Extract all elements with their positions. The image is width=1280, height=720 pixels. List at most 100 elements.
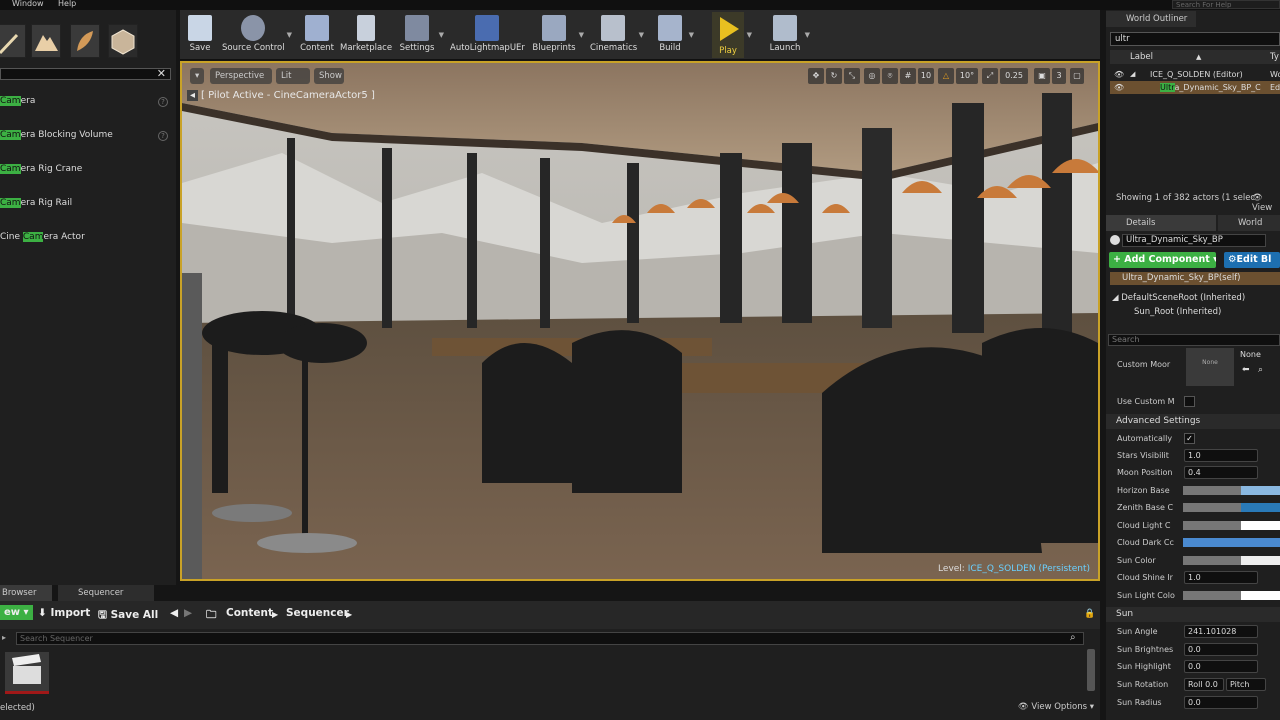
scale-snap-value[interactable]: 0.25 bbox=[1000, 68, 1028, 84]
import-button[interactable]: ⬇ Import bbox=[38, 607, 90, 619]
sun-radius-input[interactable]: 0.0 bbox=[1184, 696, 1258, 709]
add-component-button[interactable]: + Add Component ▾ bbox=[1109, 252, 1216, 268]
tab-world-settings[interactable]: World Setti bbox=[1218, 215, 1280, 244]
place-item-camera-rig-rail[interactable]: Camera Rig Rail bbox=[0, 198, 72, 212]
scale-tool[interactable]: ⤡ bbox=[844, 68, 860, 84]
paint-mode-tab[interactable] bbox=[31, 24, 61, 58]
sun-roll-input[interactable]: Roll 0.0 bbox=[1184, 678, 1224, 691]
cloud-shine-input[interactable]: 1.0 bbox=[1184, 571, 1258, 584]
eye-icon[interactable]: 👁 bbox=[1114, 68, 1124, 81]
component-self[interactable]: Ultra_Dynamic_Sky_BP(self) bbox=[1110, 272, 1280, 285]
launch-button[interactable]: Launch ▼ bbox=[768, 12, 810, 58]
details-search-input[interactable]: Search bbox=[1108, 334, 1280, 346]
rotation-snap-value[interactable]: 10° bbox=[956, 68, 978, 84]
blueprints-button[interactable]: Blueprints ▼ bbox=[532, 12, 584, 58]
menu-window[interactable]: Window bbox=[12, 0, 44, 8]
content-button[interactable]: Content bbox=[298, 12, 336, 58]
save-all-button[interactable]: 🖫 Save All bbox=[98, 607, 158, 625]
view-mode-lit-dropdown[interactable]: Lit bbox=[276, 68, 310, 84]
browse-icon[interactable]: ⌕ bbox=[1258, 365, 1263, 375]
texture-value[interactable]: None bbox=[1240, 350, 1261, 359]
level-sequence-asset[interactable] bbox=[5, 652, 49, 694]
close-icon[interactable]: ✕ bbox=[157, 67, 166, 80]
breadcrumb-separator-icon[interactable]: ▶ bbox=[346, 610, 352, 619]
breadcrumb-content[interactable]: Content bbox=[226, 607, 273, 619]
horizon-color-swatch[interactable] bbox=[1183, 486, 1280, 495]
translate-tool[interactable]: ✥ bbox=[808, 68, 824, 84]
actor-name-field[interactable]: Ultra_Dynamic_Sky_BP bbox=[1122, 234, 1266, 247]
sun-highlight-input[interactable]: 0.0 bbox=[1184, 660, 1258, 673]
sun-brightness-input[interactable]: 0.0 bbox=[1184, 643, 1258, 656]
play-button[interactable]: Play ▼ bbox=[712, 12, 752, 58]
show-dropdown[interactable]: Show bbox=[314, 68, 344, 84]
col-type[interactable]: Ty bbox=[1270, 50, 1279, 64]
cloud-light-color-swatch[interactable] bbox=[1183, 521, 1280, 530]
place-item-camera[interactable]: Camera bbox=[0, 96, 35, 110]
use-selected-icon[interactable]: ⬅ bbox=[1242, 365, 1250, 375]
sun-color-swatch[interactable] bbox=[1183, 556, 1280, 565]
section-advanced-settings[interactable]: Advanced Settings bbox=[1106, 414, 1280, 429]
geometry-mode-tab[interactable] bbox=[108, 24, 138, 58]
search-icon[interactable]: ⌕ bbox=[1070, 632, 1076, 643]
help-icon[interactable]: ? bbox=[158, 97, 168, 107]
grid-snap-value[interactable]: 10 bbox=[918, 68, 934, 84]
outliner-row-sky[interactable]: 👁 Ultra_Dynamic_Sky_BP_C Ed bbox=[1110, 81, 1280, 94]
view-options-button[interactable]: 👁 View Options ▾ bbox=[1018, 702, 1094, 712]
place-item-camera-blocking-volume[interactable]: Camera Blocking Volume bbox=[0, 130, 113, 144]
menu-help[interactable]: Help bbox=[58, 0, 76, 8]
stars-visibility-input[interactable]: 1.0 bbox=[1184, 449, 1258, 462]
section-sun[interactable]: Sun bbox=[1106, 607, 1280, 622]
settings-button[interactable]: Settings ▼ bbox=[398, 12, 444, 58]
grid-snap-toggle[interactable]: # bbox=[900, 68, 916, 84]
breadcrumb-sequencer[interactable]: Sequencer bbox=[286, 607, 349, 619]
sun-angle-input[interactable]: 241.101028 bbox=[1184, 625, 1258, 638]
outliner-view-options[interactable]: 👁 View bbox=[1252, 193, 1280, 213]
texture-thumbnail[interactable]: None bbox=[1186, 348, 1234, 386]
world-local-toggle[interactable]: ◎ bbox=[864, 68, 880, 84]
viewport-options-button[interactable]: ▾ bbox=[190, 68, 205, 84]
rotation-snap-toggle[interactable]: △ bbox=[938, 68, 954, 84]
eye-icon[interactable]: 👁 bbox=[1114, 81, 1124, 94]
help-icon[interactable]: ? bbox=[158, 131, 168, 141]
lock-icon[interactable]: 🔒 bbox=[1084, 609, 1095, 619]
scale-snap-toggle[interactable]: ⤢ bbox=[982, 68, 998, 84]
place-mode-tab[interactable] bbox=[0, 24, 26, 58]
outliner-row-level[interactable]: 👁 ◢ ICE_Q_SOLDEN (Editor) Wo bbox=[1110, 68, 1280, 81]
tab-content-browser[interactable]: Browser bbox=[0, 585, 52, 601]
use-custom-moon-checkbox[interactable] bbox=[1184, 396, 1195, 407]
edit-blueprint-button[interactable]: ⚙Edit Bl bbox=[1224, 252, 1280, 268]
build-button[interactable]: Build ▼ bbox=[654, 12, 694, 58]
maximize-viewport-button[interactable]: ▢ bbox=[1070, 68, 1084, 84]
cloud-dark-color-swatch[interactable] bbox=[1183, 538, 1280, 547]
marketplace-button[interactable]: Marketplace bbox=[340, 12, 392, 58]
expand-arrow-icon[interactable]: ◢ bbox=[1130, 68, 1135, 81]
place-search-input[interactable]: ✕ bbox=[0, 67, 171, 80]
search-help-input[interactable]: Search For Help bbox=[1172, 0, 1280, 9]
zenith-color-swatch[interactable] bbox=[1183, 503, 1280, 512]
automatically-checkbox[interactable]: ✓ bbox=[1184, 433, 1195, 444]
place-item-cine-camera-actor[interactable]: Cine Camera Actor bbox=[0, 232, 85, 246]
rotate-tool[interactable]: ↻ bbox=[826, 68, 842, 84]
col-label[interactable]: Label bbox=[1130, 50, 1153, 64]
perspective-dropdown[interactable]: Perspective bbox=[210, 68, 272, 84]
place-item-camera-rig-crane[interactable]: Camera Rig Crane bbox=[0, 164, 82, 178]
level-viewport[interactable]: ▾ Perspective Lit Show ◂[ Pilot Active -… bbox=[180, 61, 1100, 581]
folder-icon[interactable]: 🗀 bbox=[206, 607, 217, 625]
moon-position-input[interactable]: 0.4 bbox=[1184, 466, 1258, 479]
camera-speed-icon[interactable]: ▣ bbox=[1034, 68, 1050, 84]
sun-light-color-swatch[interactable] bbox=[1183, 591, 1280, 600]
content-scrollbar[interactable] bbox=[1087, 649, 1095, 691]
breadcrumb-separator-icon[interactable]: ▶ bbox=[272, 610, 278, 619]
component-sun-root[interactable]: Sun_Root (Inherited) bbox=[1134, 307, 1221, 317]
tab-sequencer[interactable]: Sequencer bbox=[58, 585, 154, 601]
back-button[interactable]: ◀ bbox=[170, 607, 178, 619]
foliage-mode-tab[interactable] bbox=[70, 24, 100, 58]
forward-button[interactable]: ▶ bbox=[184, 607, 192, 619]
source-control-button[interactable]: Source Control ▼ bbox=[222, 12, 292, 58]
cinematics-button[interactable]: Cinematics ▼ bbox=[590, 12, 644, 58]
component-default-scene-root[interactable]: ◢ DefaultSceneRoot (Inherited) bbox=[1112, 293, 1245, 303]
save-button[interactable]: Save bbox=[184, 12, 216, 58]
outliner-search-input[interactable]: ultr bbox=[1110, 32, 1280, 46]
filters-icon[interactable]: ▸ bbox=[2, 633, 6, 642]
add-new-button[interactable]: ew ▾ bbox=[0, 605, 33, 620]
